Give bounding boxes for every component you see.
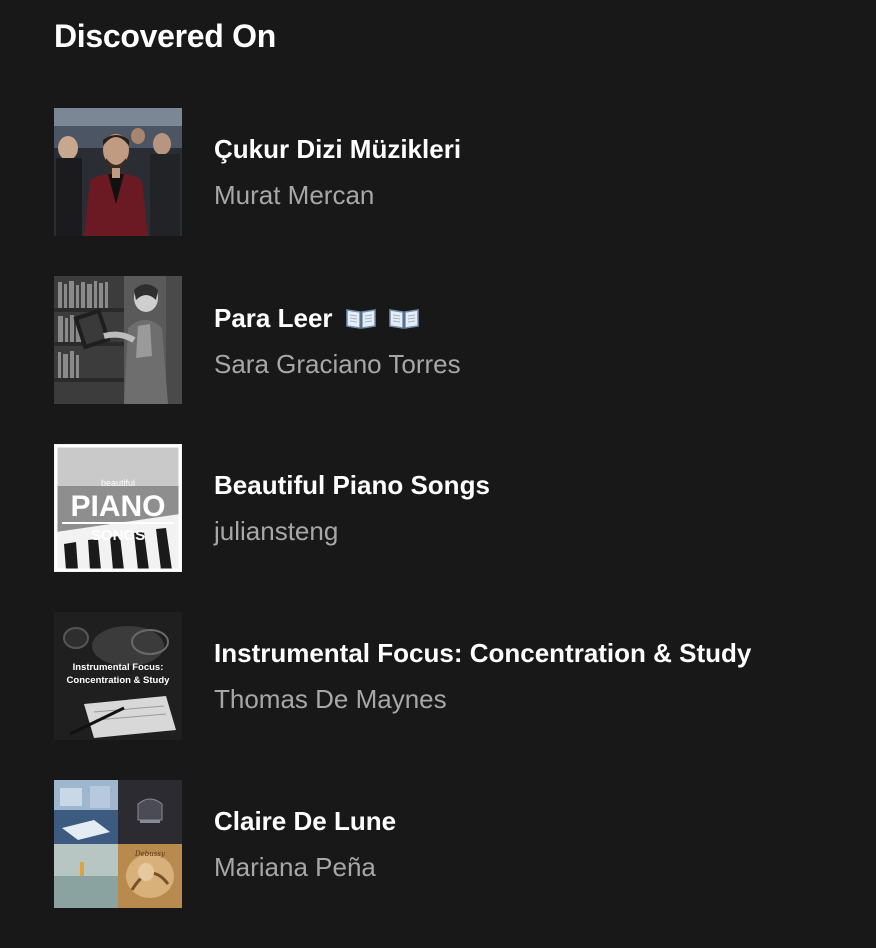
playlist-owner[interactable]: Mariana Peña	[214, 850, 396, 884]
playlist-meta: Claire De Lune Mariana Peña	[214, 804, 396, 884]
playlist-title[interactable]: Para Leer	[214, 299, 461, 335]
cover-text-line2: Concentration & Study	[67, 675, 171, 686]
playlist-row[interactable]: beautiful PIANO SONGS Beautiful Piano So…	[54, 444, 751, 572]
playlist-title-text: Para Leer	[214, 303, 333, 334]
playlist-meta: Instrumental Focus: Concentration & Stud…	[214, 636, 751, 716]
cover-text-main: PIANO	[70, 490, 165, 523]
playlist-title[interactable]: Beautiful Piano Songs	[214, 468, 490, 502]
playlist-meta: Çukur Dizi Müzikleri Murat Mercan	[214, 132, 461, 212]
svg-text:Debussy: Debussy	[134, 850, 166, 858]
playlist-cover[interactable]: Debussy	[54, 780, 182, 908]
cover-text-top: beautiful	[101, 478, 135, 488]
cover-text-bottom: SONGS	[91, 527, 145, 544]
playlist-owner[interactable]: Murat Mercan	[214, 178, 461, 212]
section-title: Discovered On	[54, 18, 276, 54]
woman-reading-cover	[54, 276, 182, 404]
open-book-emoji-icon	[389, 307, 419, 329]
playlist-title[interactable]: Instrumental Focus: Concentration & Stud…	[214, 636, 751, 670]
playlist-title[interactable]: Claire De Lune	[214, 804, 396, 838]
piano-keys-cover: beautiful PIANO SONGS	[54, 444, 182, 572]
desk-notebook-cover: Instrumental Focus: Concentration & Stud…	[54, 612, 182, 740]
playlist-row[interactable]: Para Leer Sara Graciano Torres	[54, 276, 751, 404]
discovered-on-section: Discovered On Çukur Dizi Müzikleri Murat…	[0, 0, 876, 948]
group-portrait-cover	[54, 108, 182, 236]
playlist-row[interactable]: Instrumental Focus: Concentration & Stud…	[54, 612, 751, 740]
four-tile-mosaic-cover: Debussy	[54, 780, 182, 908]
playlist-meta: Para Leer Sara Graciano Torres	[214, 299, 461, 381]
playlist-cover[interactable]	[54, 108, 182, 236]
playlist-owner[interactable]: Sara Graciano Torres	[214, 347, 461, 381]
playlist-meta: Beautiful Piano Songs juliansteng	[214, 468, 490, 548]
playlist-owner[interactable]: juliansteng	[214, 514, 490, 548]
playlist-cover[interactable]: beautiful PIANO SONGS	[54, 444, 182, 572]
playlist-list: Çukur Dizi Müzikleri Murat Mercan Para L…	[54, 108, 751, 948]
playlist-cover[interactable]: Instrumental Focus: Concentration & Stud…	[54, 612, 182, 740]
playlist-title[interactable]: Çukur Dizi Müzikleri	[214, 132, 461, 166]
open-book-emoji-icon	[346, 307, 376, 329]
playlist-owner[interactable]: Thomas De Maynes	[214, 682, 751, 716]
playlist-cover[interactable]	[54, 276, 182, 404]
playlist-row[interactable]: Debussy Claire De Lune Mariana Peña	[54, 780, 751, 908]
playlist-row[interactable]: Çukur Dizi Müzikleri Murat Mercan	[54, 108, 751, 236]
cover-text-line1: Instrumental Focus:	[73, 662, 164, 673]
